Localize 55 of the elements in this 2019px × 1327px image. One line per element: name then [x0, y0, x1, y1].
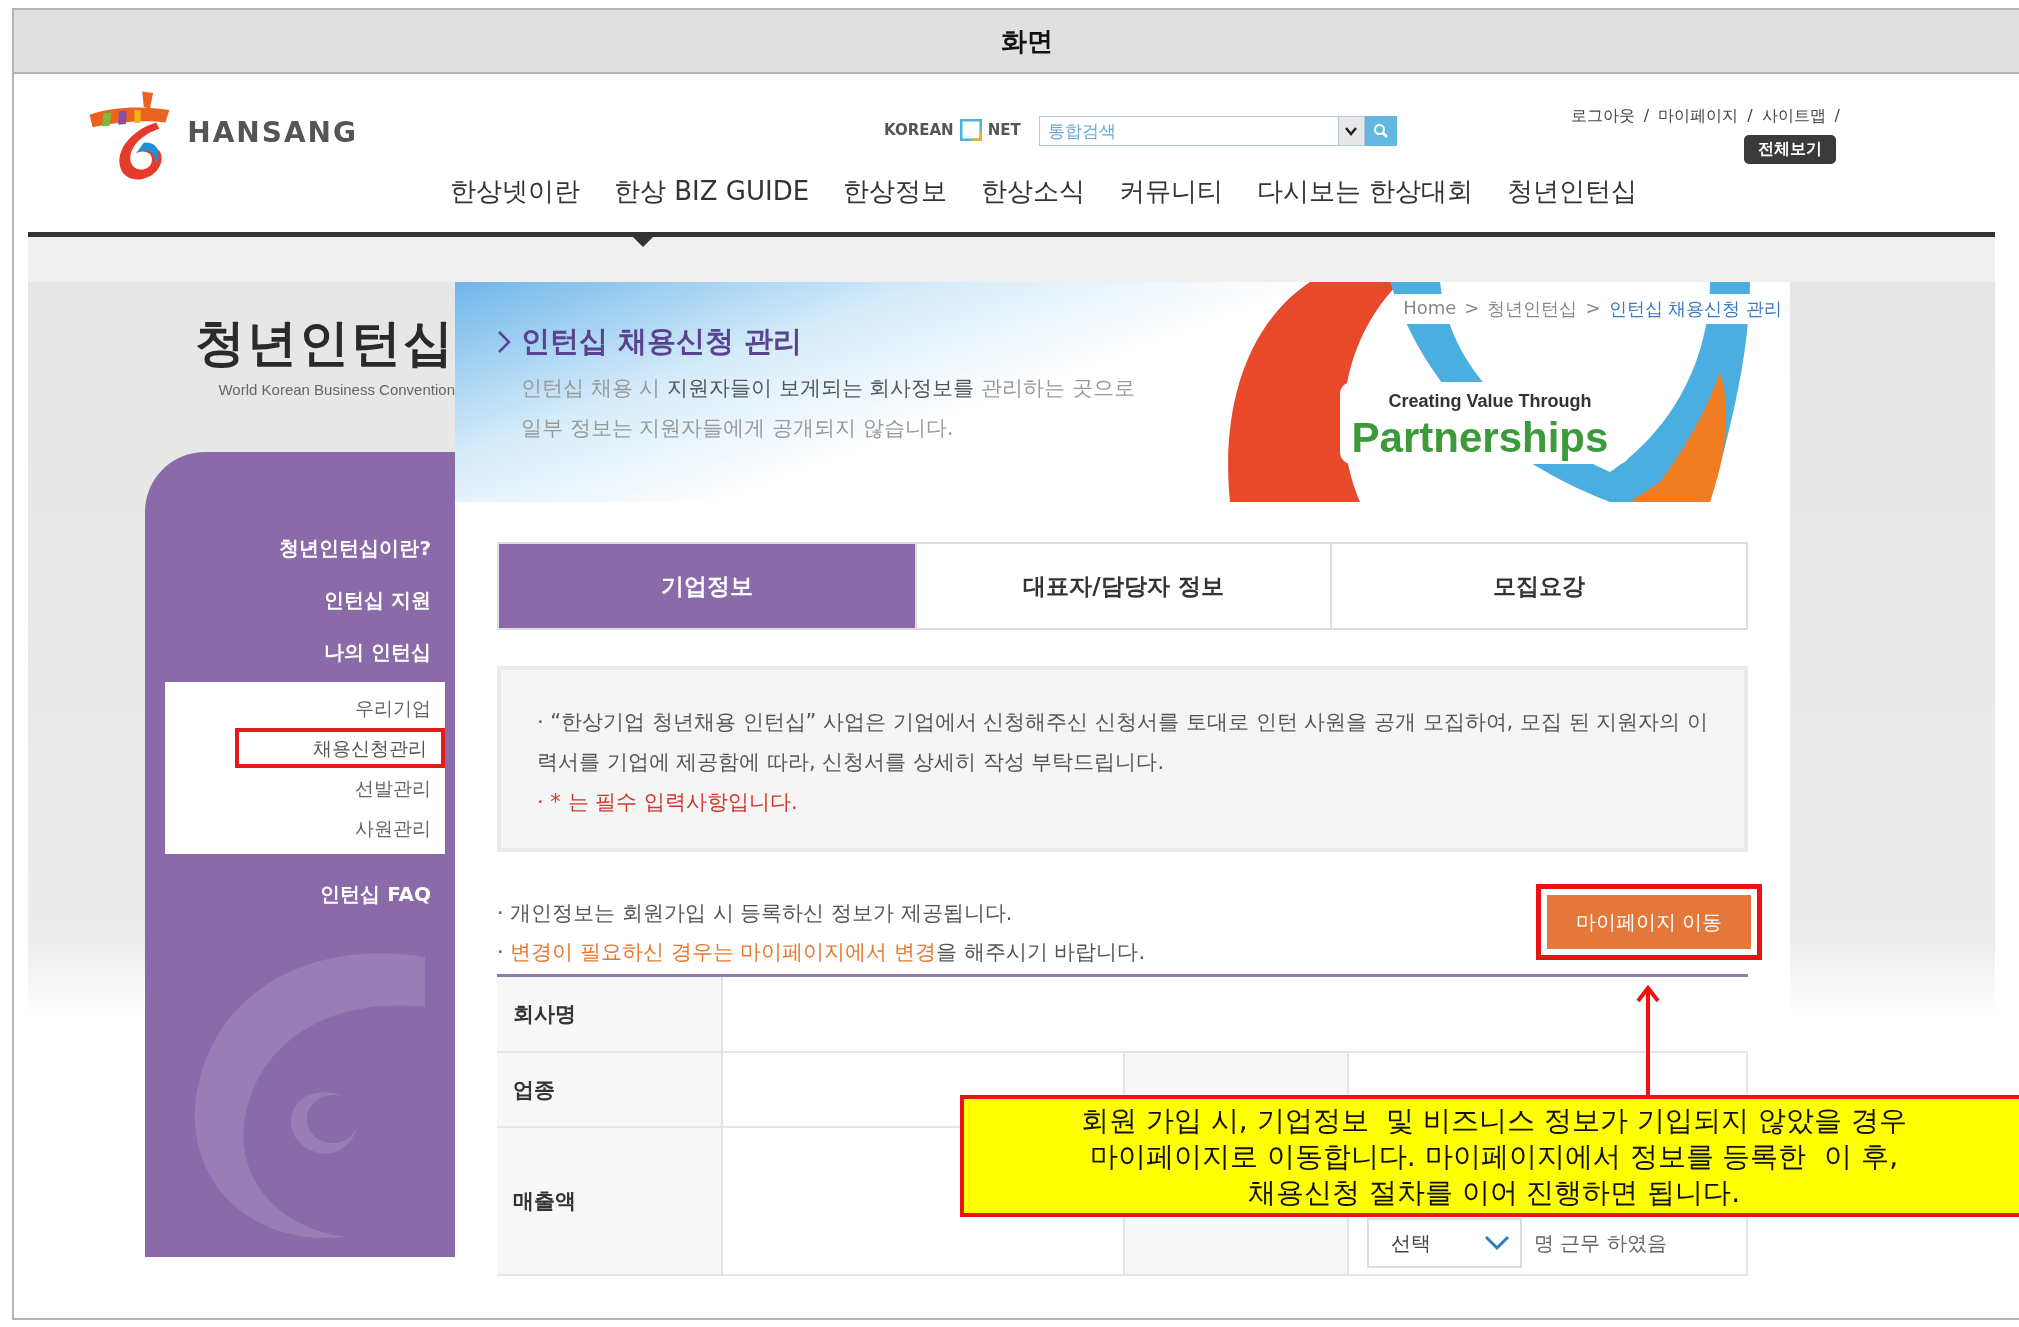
- notice-text: · * 는 필수 입력사항입니다.: [537, 789, 799, 816]
- util-link[interactable]: 사이트맵: [1761, 106, 1826, 127]
- chevron-right-icon: [497, 330, 511, 354]
- separator-text: >: [1464, 297, 1480, 320]
- nav-item[interactable]: 커뮤니티: [1119, 174, 1224, 209]
- chevron-down-icon: [1484, 1235, 1510, 1251]
- nav-item[interactable]: 한상 BIZ GUIDE: [614, 174, 810, 209]
- search-icon: [1372, 123, 1389, 139]
- note-text: · 변경이 필요하신 경우는 마이페이지에서 변경을 해주시기 바랍니다.: [497, 939, 1146, 966]
- unit-text: 명 근무 하였음: [1534, 1229, 1667, 1257]
- logo-text[interactable]: HANSANG: [187, 116, 358, 149]
- form-label: 매출액: [497, 1128, 723, 1274]
- graphic-caption: Creating Value Through: [1388, 391, 1592, 411]
- submenu-item[interactable]: 사원관리: [341, 808, 445, 848]
- chevron-down-icon: [1345, 126, 1358, 136]
- graphic-title: Partnerships: [1351, 414, 1609, 461]
- sidebar-item[interactable]: 청년인턴십이란?: [279, 522, 455, 574]
- tab[interactable]: 기업정보: [499, 544, 915, 628]
- form-label: 업종: [497, 1053, 723, 1126]
- separator-text: /: [1747, 106, 1753, 127]
- nav-item[interactable]: 한상소식: [981, 174, 1086, 209]
- sidebar-item[interactable]: 인턴십 FAQ: [320, 868, 455, 920]
- screen-title: 화면: [1001, 24, 1053, 58]
- separator-text: /: [1834, 106, 1840, 127]
- util-link[interactable]: 마이페이지: [1658, 106, 1739, 127]
- dropdown-button[interactable]: [1338, 116, 1365, 146]
- description-text: 일부 정보는 지원자들에게 공개되지 않습니다.: [520, 415, 955, 442]
- notice-text: · “한상기업 청년채용 인턴십” 사업은 기업에서 신청해주신 신청서를 토대로 인턴 사원을 공개 모집하여, 모집 된 지원자의 이력서를 기업에 제공함에 따라, 신청서를 상세히 작성 부탁드립니다.: [537, 709, 1708, 776]
- submenu-item[interactable]: 선발관리: [341, 768, 445, 808]
- select-field[interactable]: 선택: [1367, 1218, 1522, 1268]
- description-text: 인턴십 채용 시 지원자들이 보게되는 회사정보를 관리하는 곳으로: [520, 375, 1136, 402]
- separator-text: /: [1643, 106, 1650, 127]
- form-label: 회사명: [497, 977, 723, 1051]
- nav-item[interactable]: 한상정보: [843, 174, 948, 209]
- breadcrumb-link[interactable]: 인턴십 채용신청 관리: [1608, 297, 1782, 321]
- nav-item[interactable]: 다시보는 한상대회: [1257, 174, 1474, 209]
- sidebar-item[interactable]: 인턴십 지원: [324, 574, 455, 626]
- brand-text: NET: [987, 121, 1021, 139]
- section-title: 청년인턴십: [195, 313, 455, 374]
- page-heading: 인턴십 채용신청 관리: [521, 323, 803, 360]
- separator-text: >: [1585, 297, 1601, 320]
- section-subtitle: World Korean Business Convention: [218, 381, 455, 398]
- all-menu-button[interactable]: 전체보기: [1744, 135, 1836, 164]
- nav-item[interactable]: 청년인턴십: [1507, 174, 1638, 209]
- sidebar-item[interactable]: 나의 인턴십: [324, 626, 455, 678]
- brand-text: KOREAN: [884, 121, 954, 139]
- submenu-item[interactable]: 우리기업: [341, 688, 445, 728]
- breadcrumb-link[interactable]: Home: [1403, 297, 1457, 321]
- annotation-callout: 회원 가입 시, 기업정보 및 비즈니스 정보가 기입되지 않았을 경우 마이페이지로 이동합니다. 마이페이지에서 정보를 등록한 이 후, 채용신청 절차를 이어 진행하면 됩니다.: [960, 1095, 2019, 1217]
- submenu-item[interactable]: 채용신청관리: [235, 728, 445, 768]
- note-text: · 개인정보는 회원가입 시 등록하신 정보가 제공됩니다.: [497, 900, 1014, 927]
- util-link[interactable]: 로그아웃: [1570, 106, 1635, 127]
- search-field[interactable]: 통합검색: [1038, 116, 1339, 146]
- nav-item[interactable]: 한상넷이란: [450, 174, 580, 209]
- breadcrumb-link[interactable]: 청년인턴십: [1487, 297, 1578, 321]
